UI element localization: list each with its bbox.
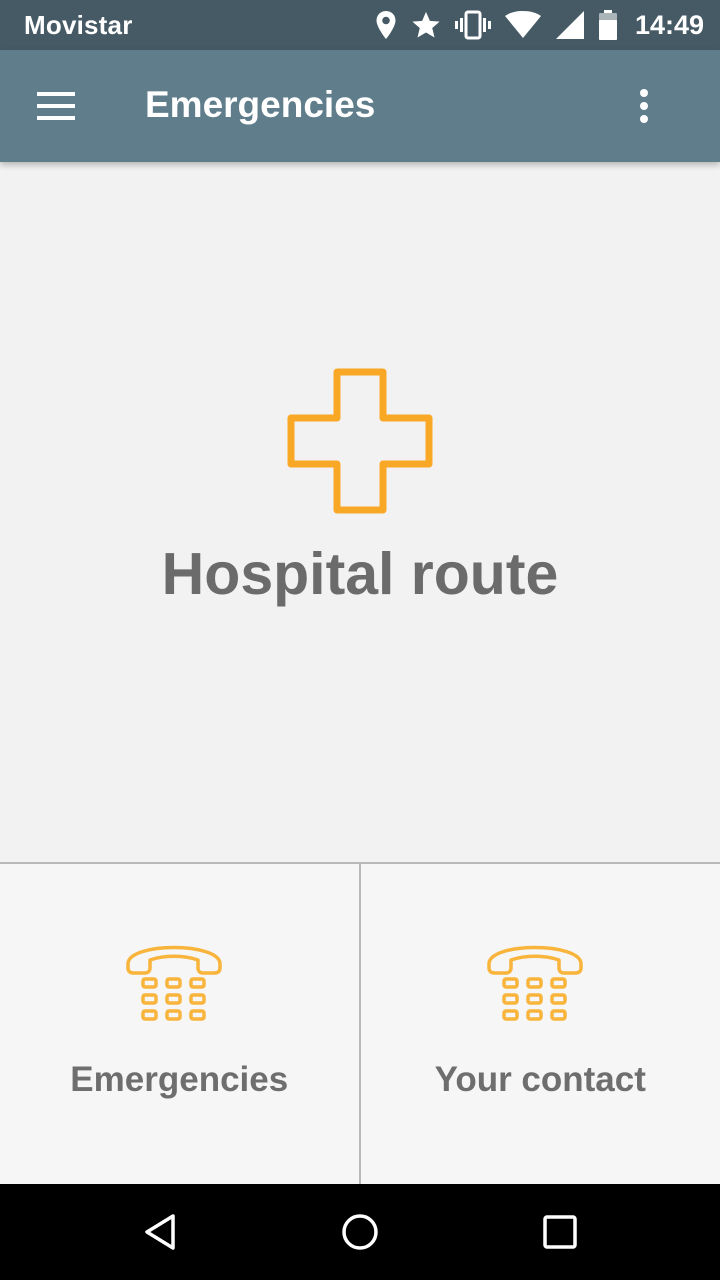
home-icon [342, 1214, 378, 1250]
overflow-menu-button[interactable] [616, 78, 672, 134]
location-icon [376, 11, 396, 39]
app-bar: Emergencies [0, 50, 720, 162]
clock: 14:49 [634, 9, 704, 40]
menu-icon [37, 92, 75, 120]
status-bar: Movistar 14:49 [0, 0, 720, 50]
back-icon [145, 1214, 175, 1250]
phone-icon [126, 945, 222, 1021]
vibrate-icon [454, 10, 491, 40]
star-icon [412, 11, 440, 38]
wifi-icon [504, 11, 541, 38]
hospital-route-label: Hospital route [161, 541, 559, 607]
recent-apps-button[interactable] [532, 1204, 588, 1260]
your-contact-tile[interactable]: Your contact [360, 864, 720, 1184]
signal-icon [555, 11, 584, 39]
carrier-name: Movistar [24, 9, 133, 40]
recent-apps-icon [543, 1215, 577, 1249]
overflow-menu-icon [640, 89, 648, 123]
emergencies-tile[interactable]: Emergencies [0, 864, 361, 1184]
phone-icon [486, 945, 583, 1021]
your-contact-label: Your contact [434, 1060, 646, 1099]
emergencies-label: Emergencies [70, 1060, 289, 1099]
status-icons: 14:49 [375, 10, 704, 41]
hospital-route-tile[interactable]: Hospital route [0, 162, 720, 862]
menu-button[interactable] [24, 78, 88, 134]
bottom-tiles: Emergencies Your contact [0, 862, 720, 1184]
battery-icon [598, 10, 617, 40]
home-button[interactable] [332, 1204, 388, 1260]
navigation-bar [0, 1184, 720, 1280]
hospital-cross-icon [287, 368, 433, 514]
back-button[interactable] [132, 1204, 188, 1260]
page-title: Emergencies [145, 84, 376, 125]
